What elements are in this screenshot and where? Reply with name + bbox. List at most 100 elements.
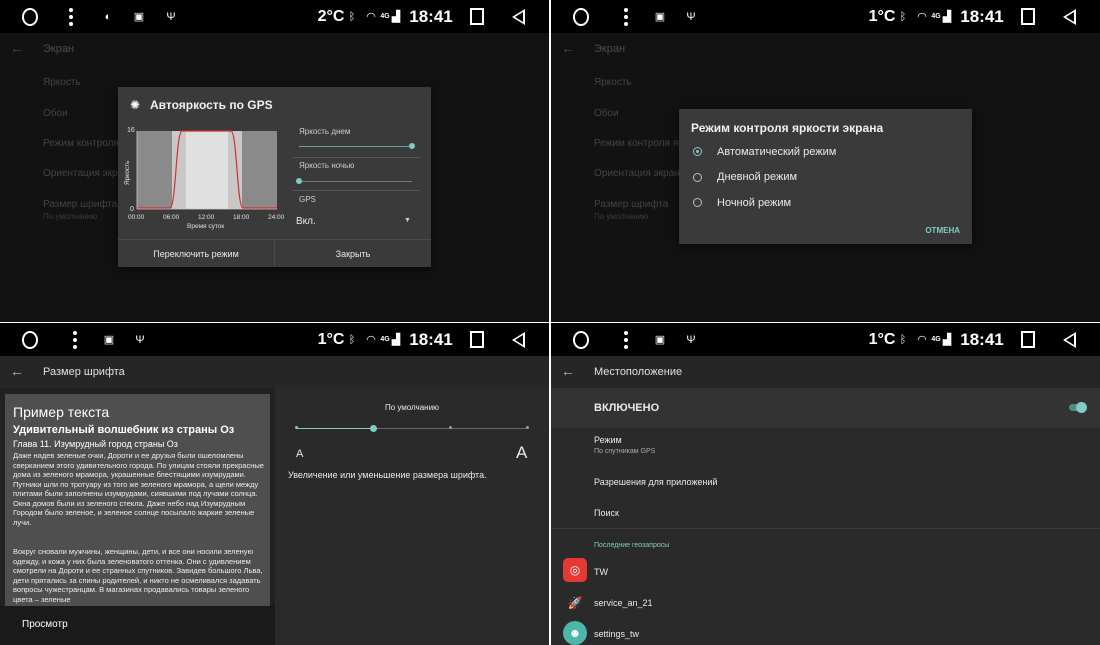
radio-day-mode[interactable] [693,173,702,182]
bluetooth-icon: ᛒ [899,10,907,23]
font-size-slider-fill [296,428,374,429]
menu-dots-icon[interactable] [66,0,76,33]
preview-heading: Пример текста [13,404,110,420]
image-icon: ▣ [133,11,145,23]
divider [293,157,420,158]
recents-square-icon[interactable] [1021,323,1035,356]
font-size-controls: По умолчанию A A Увеличение или уменьшен… [275,388,549,645]
clock: 18:41 [409,329,453,349]
chart-x-tick: 24:00 [268,214,285,221]
wifi-icon: ◠ [366,11,376,23]
menu-dots-icon[interactable] [621,323,631,356]
location-enabled-label: ВКЛЮЧЕНО [594,402,660,414]
preview-chapter: Глава 11. Изумрудный город страны Оз [13,439,178,449]
signal-icon: ▟ [942,11,952,23]
chart-x-tick: 06:00 [163,214,180,221]
status-bar: ▣ Ψ 1°C ᛒ ◠ 4G ▟ 18:41 [0,323,549,356]
back-triangle-icon[interactable] [1062,323,1076,356]
menu-dots-icon[interactable] [70,323,80,356]
brightness-mode-dialog: Режим контроля яркости экрана Автоматиче… [679,109,972,244]
recent-app-tw[interactable]: TW [594,567,608,577]
brightness-chart: 16 0 Яркость 00:00 06:00 12:00 18:00 24:… [124,127,285,230]
dialog-title: Режим контроля яркости экрана [691,121,884,135]
radio-label-night[interactable]: Ночной режим [717,197,791,209]
recent-app-service[interactable]: service_an_21 [594,598,653,608]
network-type: 4G [931,336,941,343]
signal-icon: ▟ [391,11,401,23]
clock: 18:41 [960,6,1004,26]
android-app-icon: ☻ [563,621,587,645]
signal-icon: ▟ [391,334,401,346]
bluetooth-icon: ᛒ [348,10,356,23]
font-preview-card: Пример текста Удивительный волшебник из … [5,394,270,606]
home-circle-icon[interactable] [573,0,589,33]
recents-square-icon[interactable] [470,323,484,356]
gps-label: GPS [299,195,316,204]
location-toggle-thumb[interactable] [1076,402,1087,413]
recent-app-settings-tw[interactable]: settings_tw [594,629,639,639]
chart-x-tick: 12:00 [198,214,215,221]
recent-requests-header: Последние геозапросы [594,542,670,549]
page-title: Размер шрифта [43,366,125,378]
network-type: 4G [380,336,390,343]
search-item[interactable]: Поиск [594,508,619,518]
status-bar: ▣ Ψ 1°C ᛒ ◠ 4G ▟ 18:41 [551,323,1100,356]
wifi-icon: ◠ [917,11,927,23]
home-circle-icon[interactable] [22,0,38,33]
slider-tick [526,426,529,429]
panel-location: ▣ Ψ 1°C ᛒ ◠ 4G ▟ 18:41 ← Местоположение … [551,323,1100,645]
page-title: Местоположение [594,366,683,378]
panel-screen-gps-dialog: ◐ ▣ Ψ 2°C ᛒ ◠ 4G ▟ 18:41 ← Экран Яркость… [0,0,549,322]
back-arrow-icon[interactable]: ← [561,363,575,379]
image-icon: ▣ [654,334,666,346]
dialog-buttons: Переключить режим Закрыть [118,239,431,267]
back-triangle-icon[interactable] [1062,0,1076,33]
panel-font-size: ▣ Ψ 1°C ᛒ ◠ 4G ▟ 18:41 ← Размер шрифта П… [0,323,549,645]
radio-night-mode[interactable] [693,198,702,207]
home-circle-icon[interactable] [573,323,589,356]
chart-x-tick: 00:00 [128,214,145,221]
radio-auto-mode[interactable] [693,147,702,156]
switch-mode-button[interactable]: Переключить режим [118,240,275,267]
recents-square-icon[interactable] [470,0,484,33]
recents-square-icon[interactable] [1021,0,1035,33]
preview-paragraph: Даже надев зеленые очки, Дороти и ее дру… [13,451,264,527]
large-a-label: A [516,443,528,462]
usb-icon: Ψ [686,10,696,23]
night-brightness-slider[interactable] [299,181,412,182]
font-size-slider-thumb[interactable] [370,425,378,432]
chart-x-tick: 18:00 [233,214,250,221]
temperature: 1°C [317,330,345,348]
dropdown-arrow-icon[interactable]: ▼ [404,217,411,224]
day-brightness-slider[interactable] [299,146,412,147]
app-bar: ← Местоположение [551,356,1100,388]
preview-book-title: Удивительный волшебник из страны Оз [13,424,235,436]
tw-app-icon: ◎ [563,558,587,582]
close-button[interactable]: Закрыть [275,240,431,267]
preview-label: Просмотр [22,619,68,630]
back-triangle-icon[interactable] [511,323,525,356]
day-brightness-thumb[interactable] [409,143,415,149]
temperature: 2°C [317,7,345,25]
clock: 18:41 [409,6,453,26]
font-size-description: Увеличение или уменьшение размера шрифта… [288,470,487,480]
chart-y-label: Яркость [124,160,131,185]
cancel-button[interactable]: ОТМЕНА [925,226,960,235]
back-triangle-icon[interactable] [511,0,525,33]
network-type: 4G [931,13,941,20]
preview-paragraph: Вокруг сновали мужчины, женщины, дети, и… [13,547,263,604]
app-permissions-item[interactable]: Разрешения для приложений [594,477,717,487]
app-bar: ← Размер шрифта [0,356,549,388]
slider-tick [449,426,452,429]
radio-label-auto[interactable]: Автоматический режим [717,146,836,158]
gps-dropdown-value[interactable]: Вкл. [296,216,316,227]
radio-label-day[interactable]: Дневной режим [717,171,797,183]
back-arrow-icon[interactable]: ← [10,363,24,379]
menu-dots-icon[interactable] [621,0,631,33]
location-mode-label[interactable]: Режим [594,435,622,445]
status-bar: ◐ ▣ Ψ 2°C ᛒ ◠ 4G ▟ 18:41 [0,0,549,33]
location-master-switch-row[interactable]: ВКЛЮЧЕНО [551,388,1100,428]
home-circle-icon[interactable] [22,323,38,356]
night-brightness-thumb[interactable] [296,178,302,184]
network-type: 4G [380,13,390,20]
